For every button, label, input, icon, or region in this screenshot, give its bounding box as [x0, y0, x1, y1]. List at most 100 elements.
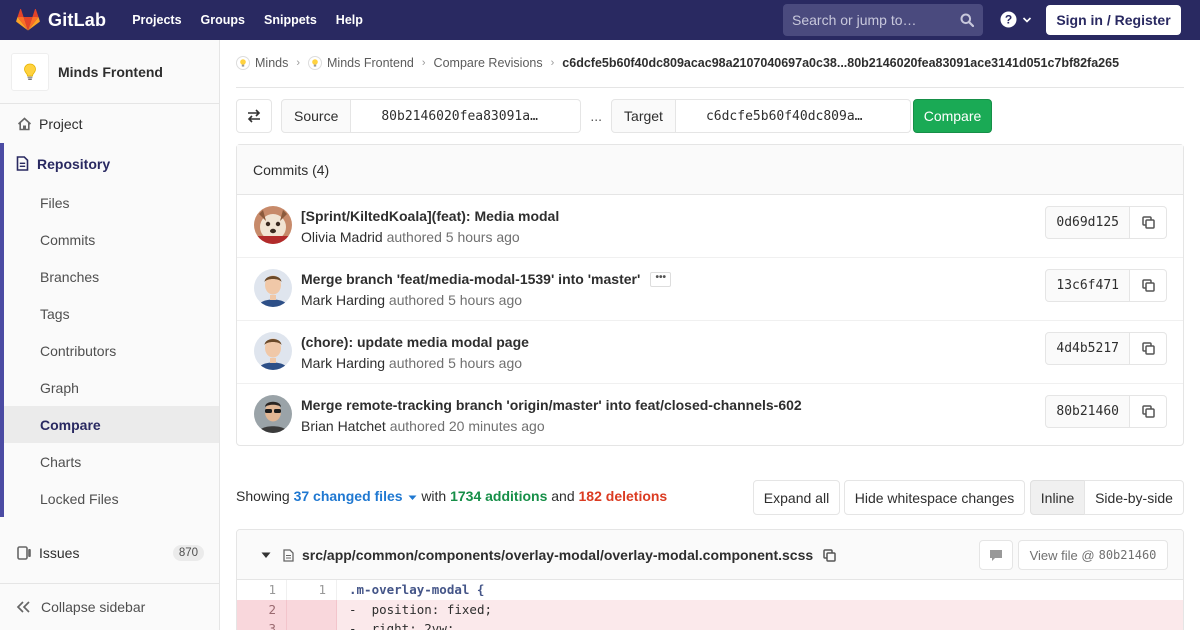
- commit-author[interactable]: Olivia Madrid: [301, 229, 383, 245]
- sidebar-item-repository[interactable]: Repository: [4, 143, 219, 184]
- sidebar-item-contributors[interactable]: Contributors: [4, 332, 219, 369]
- diff-file-title: src/app/common/components/overlay-modal/…: [261, 547, 836, 563]
- commit-sha-button[interactable]: 0d69d125: [1045, 206, 1130, 239]
- avatar[interactable]: [254, 332, 292, 370]
- copy-sha-button[interactable]: [1130, 206, 1167, 239]
- diff-line-code: - right: 2vw;: [337, 619, 454, 630]
- hide-whitespace-button[interactable]: Hide whitespace changes: [844, 480, 1025, 515]
- commit-meta: Olivia Madrid authored 5 hours ago: [301, 229, 520, 245]
- copy-icon: [1141, 216, 1155, 229]
- issues-count-badge: 870: [172, 544, 204, 561]
- avatar[interactable]: [254, 206, 292, 244]
- diff-file-path[interactable]: src/app/common/components/overlay-modal/…: [302, 547, 813, 563]
- sidebar-item-tags[interactable]: Tags: [4, 295, 219, 332]
- old-line-number[interactable]: 3: [237, 619, 287, 630]
- avatar[interactable]: [254, 269, 292, 307]
- collapse-sidebar-button[interactable]: Collapse sidebar: [0, 583, 219, 630]
- gitlab-logo[interactable]: GitLab: [16, 9, 106, 31]
- commit-authored-label: authored: [389, 418, 445, 434]
- sidebar-item-label: Repository: [37, 155, 111, 172]
- expand-commit-message-button[interactable]: •••: [650, 271, 672, 287]
- source-ref-dropdown[interactable]: 80b2146020fea83091a…: [351, 99, 582, 133]
- gitlab-tanuki-icon: [16, 9, 40, 31]
- nav-snippets[interactable]: Snippets: [264, 13, 317, 27]
- sidebar-item-graph[interactable]: Graph: [4, 369, 219, 406]
- svg-text:?: ?: [1005, 13, 1012, 27]
- breadcrumb-minds-frontend[interactable]: Minds Frontend: [308, 56, 414, 70]
- new-line-number[interactable]: 1: [287, 580, 337, 600]
- old-line-number[interactable]: 2: [237, 599, 287, 619]
- commit-row: Merge remote-tracking branch 'origin/mas…: [237, 384, 1183, 447]
- breadcrumb-minds[interactable]: Minds: [236, 56, 288, 70]
- side-by-side-button[interactable]: Side-by-side: [1084, 480, 1184, 515]
- commit-row: (chore): update media modal page Mark Ha…: [237, 321, 1183, 384]
- caret-down-icon[interactable]: [261, 552, 271, 559]
- commit-sha-group: 4d4b5217: [1045, 332, 1167, 365]
- source-label: Source: [281, 99, 352, 133]
- view-file-sha: 80b21460: [1098, 548, 1157, 562]
- expand-all-button[interactable]: Expand all: [753, 480, 840, 515]
- commit-sha-button[interactable]: 4d4b5217: [1045, 332, 1130, 365]
- search-icon: [960, 13, 974, 27]
- chevron-right-icon: ›: [550, 57, 555, 69]
- nav-groups[interactable]: Groups: [201, 13, 245, 27]
- avatar[interactable]: [254, 395, 292, 433]
- diff-line: 1 1 .m-overlay-modal {: [237, 580, 1183, 600]
- commit-title-text[interactable]: Merge branch 'feat/media-modal-1539' int…: [301, 271, 640, 287]
- copy-file-path-icon[interactable]: [823, 548, 836, 562]
- sidebar-item-files[interactable]: Files: [4, 184, 219, 221]
- commit-title[interactable]: [Sprint/KiltedKoala](feat): Media modal: [301, 208, 559, 224]
- sidebar-item-locked-files[interactable]: Locked Files: [4, 480, 219, 517]
- compare-button[interactable]: Compare: [913, 99, 992, 133]
- search-input[interactable]: Search or jump to…: [783, 4, 983, 36]
- sidebar-item-label: Issues: [39, 544, 80, 561]
- commit-title[interactable]: Merge remote-tracking branch 'origin/mas…: [301, 397, 802, 413]
- sidebar-item-charts[interactable]: Charts: [4, 443, 219, 480]
- inline-view-button[interactable]: Inline: [1030, 480, 1085, 515]
- new-line-number[interactable]: [287, 599, 337, 619]
- old-line-number[interactable]: 1: [237, 580, 287, 600]
- copy-sha-button[interactable]: [1130, 395, 1167, 428]
- sign-in-button[interactable]: Sign in / Register: [1046, 5, 1181, 35]
- swap-arrows-icon: [247, 109, 261, 123]
- commit-author[interactable]: Mark Harding: [301, 292, 385, 308]
- nav-help[interactable]: Help: [336, 13, 363, 27]
- copy-sha-button[interactable]: [1130, 332, 1167, 365]
- sidebar-item-branches[interactable]: Branches: [4, 258, 219, 295]
- sidebar-item-project[interactable]: Project: [0, 105, 219, 142]
- view-file-button[interactable]: View file @ 80b21460: [1018, 540, 1168, 570]
- breadcrumb-current-range[interactable]: c6dcfe5b60f40dc809acac98a2107040697a0c38…: [562, 56, 1119, 70]
- commit-sha-group: 80b21460: [1045, 395, 1167, 428]
- commit-sha-group: 13c6f471: [1045, 269, 1167, 302]
- breadcrumb: Minds › Minds Frontend › Compare Revisio…: [236, 56, 1119, 70]
- copy-sha-button[interactable]: [1130, 269, 1167, 302]
- diff-file: src/app/common/components/overlay-modal/…: [236, 529, 1184, 630]
- nav-projects[interactable]: Projects: [132, 13, 181, 27]
- commit-title[interactable]: (chore): update media modal page: [301, 334, 529, 350]
- new-line-number[interactable]: [287, 619, 337, 630]
- breadcrumb-label: Minds: [255, 56, 289, 70]
- commit-author[interactable]: Brian Hatchet: [301, 418, 386, 434]
- changed-files-dropdown[interactable]: 37 changed files: [294, 488, 418, 504]
- copy-icon: [1141, 342, 1155, 355]
- commit-sha-button[interactable]: 13c6f471: [1045, 269, 1130, 302]
- collapse-sidebar-label: Collapse sidebar: [41, 599, 146, 615]
- copy-icon: [1141, 279, 1155, 292]
- target-ref-dropdown[interactable]: c6dcfe5b60f40dc809a…: [675, 99, 911, 133]
- breadcrumb-compare-revisions[interactable]: Compare Revisions: [434, 56, 543, 70]
- sidebar-item-issues[interactable]: Issues 870: [0, 534, 219, 571]
- commit-time: 5 hours ago: [445, 229, 520, 245]
- commit-time: 5 hours ago: [448, 355, 523, 371]
- sidebar-item-label: Project: [39, 115, 83, 132]
- help-dropdown[interactable]: ?: [1000, 11, 1032, 28]
- commit-author[interactable]: Mark Harding: [301, 355, 385, 371]
- sidebar-item-compare[interactable]: Compare: [4, 406, 219, 443]
- commit-sha-button[interactable]: 80b21460: [1045, 395, 1130, 428]
- swap-revisions-button[interactable]: [236, 99, 272, 133]
- sidebar-project-header[interactable]: Minds Frontend: [0, 40, 219, 104]
- commit-row: [Sprint/KiltedKoala](feat): Media modal …: [237, 195, 1183, 258]
- diff-line-removed: 2 - position: fixed;: [237, 599, 1183, 619]
- question-icon: ?: [1000, 11, 1017, 28]
- sidebar-item-commits[interactable]: Commits: [4, 221, 219, 258]
- toggle-comments-button[interactable]: [979, 540, 1013, 570]
